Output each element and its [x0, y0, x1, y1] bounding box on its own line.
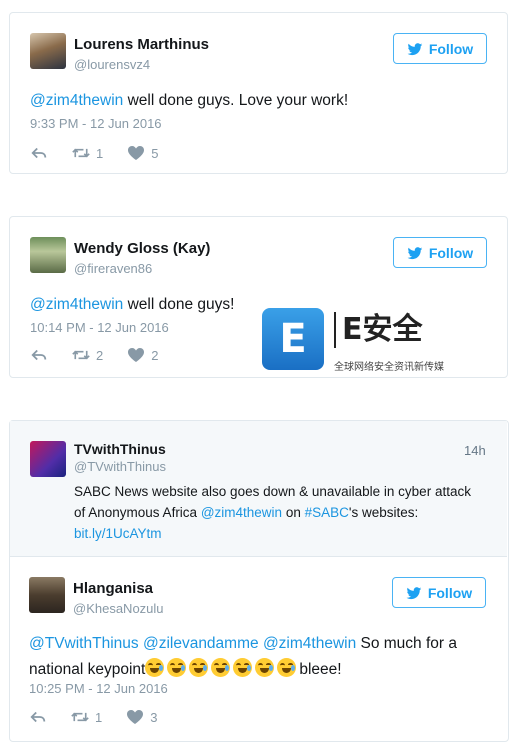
follow-label: Follow — [427, 584, 473, 601]
reply-button[interactable] — [30, 347, 48, 363]
twitter-bird-icon — [407, 246, 423, 259]
tears-of-joy-emoji-icon — [189, 658, 209, 677]
reply-icon — [31, 349, 47, 361]
mention-link[interactable]: @zim4thewin — [30, 296, 123, 313]
quoted-line-1: SABC News website also goes down & unava… — [74, 484, 471, 499]
retweet-button[interactable]: 2 — [72, 347, 103, 363]
retweet-button[interactable]: 1 — [72, 145, 103, 161]
quoted-tweet[interactable]: TVwithThinus @TVwithThinus 14h SABC News… — [10, 421, 507, 557]
tears-of-joy-emoji-icon — [145, 658, 165, 677]
follow-button[interactable]: Follow — [392, 577, 486, 608]
quoted-time-ago[interactable]: 14h — [464, 443, 486, 458]
tweet-body: well done guys. Love your work! — [123, 92, 349, 109]
reply-button[interactable] — [30, 145, 48, 161]
retweet-count: 1 — [95, 709, 103, 725]
mention-link[interactable]: @zim4thewin — [263, 635, 356, 652]
tweet-actions: 1 5 — [30, 145, 182, 161]
quoted-author-name[interactable]: TVwithThinus — [74, 441, 166, 457]
avatar[interactable] — [30, 237, 66, 273]
tears-of-joy-emoji-icon — [167, 658, 187, 677]
mention-link[interactable]: @zim4thewin — [201, 505, 282, 520]
reply-icon — [31, 147, 47, 159]
like-button[interactable]: 3 — [126, 709, 157, 725]
tweet-body: well done guys! — [123, 296, 235, 313]
author-name[interactable]: Lourens Marthinus — [74, 36, 209, 53]
retweet-button[interactable]: 1 — [71, 709, 102, 725]
retweet-icon — [72, 148, 90, 158]
logo-subtitle: 全球网络安全资讯新传媒 — [334, 362, 444, 373]
tweet-timestamp[interactable]: 9:33 PM - 12 Jun 2016 — [30, 116, 162, 131]
retweet-count: 2 — [96, 347, 104, 363]
tweet-card: Lourens Marthinus @lourensvz4 Follow @zi… — [9, 12, 508, 174]
author-name[interactable]: Hlanganisa — [73, 580, 153, 597]
like-icon — [128, 348, 145, 362]
author-handle[interactable]: @KhesaNozulu — [73, 601, 164, 616]
twitter-bird-icon — [406, 586, 422, 599]
author-handle[interactable]: @fireraven86 — [74, 261, 152, 276]
follow-label: Follow — [428, 40, 474, 57]
like-icon — [127, 710, 144, 724]
like-button[interactable]: 5 — [127, 145, 158, 161]
mention-link[interactable]: @zim4thewin — [30, 92, 123, 109]
tears-of-joy-emoji-icon — [255, 658, 275, 677]
quoted-line-2: of Anonymous Africa @zim4thewin on #SABC… — [74, 505, 419, 520]
tweet-text: @TVwithThinus @zilevandamme @zim4thewin … — [29, 635, 457, 678]
retweet-icon — [72, 350, 90, 360]
follow-button[interactable]: Follow — [393, 237, 487, 268]
quoted-author-handle[interactable]: @TVwithThinus — [74, 459, 166, 474]
reply-button[interactable] — [29, 709, 47, 725]
quoted-avatar[interactable] — [30, 441, 66, 477]
tweet-actions: 2 2 — [30, 347, 182, 363]
like-count: 3 — [150, 709, 158, 725]
tweet-text: @zim4thewin well done guys! — [30, 293, 234, 316]
tweet-text: @zim4thewin well done guys. Love your wo… — [30, 89, 348, 112]
follow-label: Follow — [428, 244, 474, 261]
like-icon — [128, 146, 145, 160]
tweet-body: national keypoint — [29, 661, 146, 678]
retweet-count: 1 — [96, 145, 104, 161]
follow-button[interactable]: Follow — [393, 33, 487, 64]
quoted-text: SABC News website also goes down & unava… — [74, 481, 494, 544]
tears-of-joy-emoji-icon — [211, 658, 231, 677]
twitter-bird-icon — [407, 42, 423, 55]
reply-icon — [30, 711, 46, 723]
reply-tweet: Hlanganisa @KhesaNozulu Follow @TVwithTh… — [9, 557, 509, 741]
retweet-icon — [71, 712, 89, 722]
like-count: 2 — [151, 347, 159, 363]
logo-text: E安全 — [334, 312, 423, 348]
tweet-timestamp[interactable]: 10:25 PM - 12 Jun 2016 — [29, 681, 168, 696]
hashtag-link[interactable]: #SABC — [305, 505, 349, 520]
like-button[interactable]: 2 — [127, 347, 158, 363]
mention-link[interactable]: @zilevandamme — [143, 635, 259, 652]
tweet-actions: 1 3 — [29, 709, 181, 725]
url-link[interactable]: bit.ly/1UcAYtm — [74, 526, 162, 541]
tweet-timestamp[interactable]: 10:14 PM - 12 Jun 2016 — [30, 320, 169, 335]
avatar[interactable] — [30, 33, 66, 69]
tears-of-joy-emoji-icon — [277, 658, 297, 677]
watermark-logo: E E安全 全球网络安全资讯新传媒 — [262, 308, 452, 378]
mention-link[interactable]: @TVwithThinus — [29, 635, 139, 652]
author-name[interactable]: Wendy Gloss (Kay) — [74, 240, 210, 257]
like-count: 5 — [151, 145, 159, 161]
author-handle[interactable]: @lourensvz4 — [74, 57, 150, 72]
avatar[interactable] — [29, 577, 65, 613]
logo-tile: E — [262, 308, 324, 370]
tears-of-joy-emoji-icon — [233, 658, 253, 677]
